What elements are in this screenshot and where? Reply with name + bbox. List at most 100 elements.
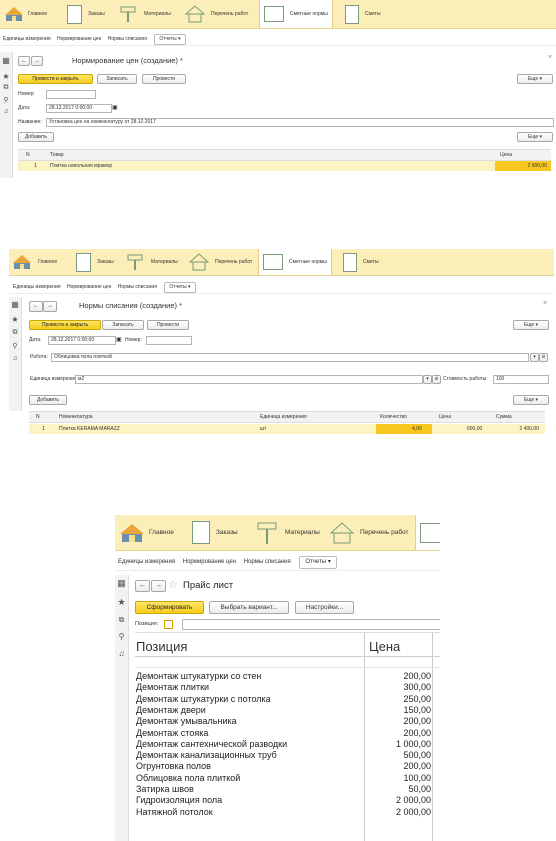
list-item-price: 100,00 [403, 772, 431, 783]
notifications-icon[interactable]: ♫ [115, 649, 128, 658]
back-button[interactable]: ← [29, 301, 43, 312]
more-button[interactable]: Еще ▾ [513, 320, 549, 330]
post-and-close-button[interactable]: Провести и закрыть [18, 74, 93, 84]
tab-materials[interactable]: Материалы [127, 249, 178, 275]
more-button[interactable]: Еще ▾ [517, 74, 553, 84]
calendar-icon[interactable]: ▣ [112, 104, 118, 111]
calendar-icon[interactable]: ▣ [116, 336, 122, 343]
select-variant-button[interactable]: Выбрать вариант... [209, 601, 289, 614]
unit-open-link-icon[interactable]: ⊘ [432, 375, 441, 384]
number-field[interactable] [146, 336, 192, 345]
position-checkbox[interactable] [164, 620, 173, 629]
row-item: Плитка KERAMA MARAZZ [59, 426, 120, 432]
subnav-writeoff-norms[interactable]: Нормы списания [118, 281, 157, 293]
unit-field[interactable]: м2 [75, 375, 423, 384]
close-icon[interactable]: × [543, 300, 547, 307]
more-label: Еще [523, 322, 535, 328]
row-sum: 2 400,00 [519, 426, 539, 432]
tab-materials[interactable]: Материалы [257, 515, 320, 550]
tab-orders[interactable]: Заказы [192, 515, 238, 550]
tab-works[interactable]: Перечень работ [329, 515, 409, 550]
subnav-units[interactable]: Единицы измерения [118, 555, 175, 570]
favorites-icon[interactable]: ★ [9, 315, 21, 324]
position-field[interactable] [182, 619, 440, 630]
reports-button[interactable]: Отчеты ▾ [154, 34, 186, 45]
work-field[interactable]: Облицовка пола плиткой [51, 353, 529, 362]
notifications-icon[interactable]: ♫ [9, 355, 21, 362]
history-icon[interactable]: ⧉ [115, 615, 128, 625]
favorite-star-icon[interactable]: ☆ [168, 578, 178, 591]
post-and-close-button[interactable]: Провести и закрыть [29, 320, 101, 330]
writeoff-table-row[interactable]: 1 Плитка KERAMA MARAZZ шт 4,00 600,00 2 … [29, 424, 545, 434]
tab-orders[interactable]: Заказы [67, 0, 105, 28]
tab-estimates[interactable]: Сметы [343, 249, 379, 275]
history-icon[interactable]: ⧉ [9, 329, 21, 337]
tab-main[interactable]: Главное [4, 0, 47, 28]
list-item: Затирка швов 50,00 [136, 784, 431, 795]
apps-grid-icon[interactable]: ▦ [9, 300, 21, 309]
home-icon [4, 5, 24, 23]
search-icon[interactable]: ⚲ [115, 632, 128, 641]
subnav-writeoff-norms[interactable]: Нормы списания [244, 555, 291, 570]
add-button[interactable]: Добавить [18, 132, 54, 142]
search-icon[interactable]: ⚲ [9, 342, 21, 350]
sections-bar: Главное Заказы Материалы Перечень работ … [9, 249, 554, 276]
subnav-writeoff-norms[interactable]: Нормы списания [108, 33, 147, 45]
tab-orders[interactable]: Заказы [76, 249, 114, 275]
subnav-units[interactable]: Единицы измерения [13, 281, 61, 293]
reports-button[interactable]: Отчеты ▾ [299, 556, 337, 569]
subnav-price-norms[interactable]: Нормирование цен [67, 281, 111, 293]
table-row[interactable]: 1 Плитка напольная мрамор 2 500,00 [18, 161, 551, 171]
qty-cell[interactable] [376, 424, 432, 434]
subnav-units[interactable]: Единицы измерения [3, 33, 51, 45]
name-field[interactable]: Установка цен на номенклатуру от 28.12.2… [46, 118, 554, 127]
reports-label: Отчеты [305, 559, 327, 565]
tab-estimates[interactable]: Сметы [345, 0, 381, 28]
subnav-price-norms[interactable]: Нормирование цен [57, 33, 101, 45]
work-open-link-icon[interactable]: ⊘ [539, 353, 548, 362]
tab-norms[interactable] [415, 515, 440, 550]
forward-button[interactable]: → [151, 580, 166, 592]
notifications-icon[interactable]: ♫ [0, 108, 12, 115]
apps-grid-icon[interactable]: ▦ [115, 578, 128, 589]
list-item-name: Огрунтовка полов [136, 761, 211, 772]
history-icon[interactable]: ⧉ [0, 84, 12, 92]
forward-button[interactable]: → [31, 56, 43, 66]
favorites-icon[interactable]: ★ [0, 72, 12, 81]
tab-main[interactable]: Главное [12, 249, 57, 275]
unit-select-button[interactable]: ▾ [423, 375, 432, 384]
table-more-button[interactable]: Еще ▾ [513, 395, 549, 405]
tab-works-label: Перечень работ [211, 11, 249, 17]
close-icon[interactable]: × [548, 54, 552, 61]
subnav-price-norms[interactable]: Нормирование цен [183, 555, 236, 570]
save-button[interactable]: Записать [102, 320, 144, 330]
list-item-name: Демонтаж сантехнической разводки [136, 738, 288, 749]
tab-norms[interactable]: Сметные нормы [259, 0, 333, 28]
settings-button[interactable]: Настройки... [295, 601, 354, 614]
number-field[interactable] [46, 90, 96, 99]
search-icon[interactable]: ⚲ [0, 96, 12, 104]
date-field[interactable]: 28.12.2017 0:00:00 [48, 336, 116, 345]
apps-grid-icon[interactable]: ▦ [0, 56, 12, 65]
work-select-button[interactable]: ▾ [530, 353, 539, 362]
generate-button[interactable]: Сформировать [135, 601, 204, 614]
back-button[interactable]: ← [135, 580, 150, 592]
tab-main[interactable]: Главное [119, 515, 174, 550]
list-item-price: 2 000,00 [395, 795, 431, 806]
favorites-icon[interactable]: ★ [115, 597, 128, 608]
back-button[interactable]: ← [18, 56, 30, 66]
forward-button[interactable]: → [43, 301, 57, 312]
list-item: Гидроизоляция пола 2 000,00 [136, 795, 431, 806]
post-button[interactable]: Провести [142, 74, 186, 84]
post-button[interactable]: Провести [147, 320, 189, 330]
reports-button[interactable]: Отчеты ▾ [164, 282, 196, 293]
save-button[interactable]: Записать [97, 74, 137, 84]
cost-field[interactable]: 100 [493, 375, 549, 384]
tab-norms[interactable]: Сметные нормы [258, 249, 332, 275]
table-more-button[interactable]: Еще ▾ [517, 132, 553, 142]
tab-works[interactable]: Перечень работ [184, 0, 249, 28]
date-field[interactable]: 28.12.2017 0:00:00 [46, 104, 112, 113]
tab-materials[interactable]: Материалы [120, 0, 171, 28]
add-button[interactable]: Добавить [29, 395, 67, 405]
tab-works[interactable]: Перечень работ [188, 249, 252, 275]
